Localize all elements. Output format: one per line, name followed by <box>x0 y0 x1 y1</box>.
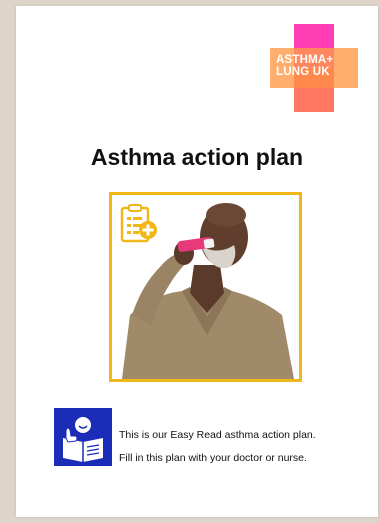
easy-read-icon <box>54 408 112 466</box>
logo-line-1: ASTHMA+ <box>276 54 334 66</box>
document-page: ASTHMA+ LUNG UK Asthma action plan This … <box>16 6 378 517</box>
asthma-lung-uk-logo: ASTHMA+ LUNG UK <box>270 24 358 112</box>
easy-read-intro-text: This is our Easy Read asthma action plan… <box>119 429 316 441</box>
easy-read-instruction-text: Fill in this plan with your doctor or nu… <box>119 452 307 464</box>
clipboard-plus-icon <box>120 204 157 243</box>
page-title: Asthma action plan <box>90 144 304 170</box>
inhaler-photo <box>109 192 302 382</box>
logo-line-2: LUNG UK <box>276 66 330 78</box>
